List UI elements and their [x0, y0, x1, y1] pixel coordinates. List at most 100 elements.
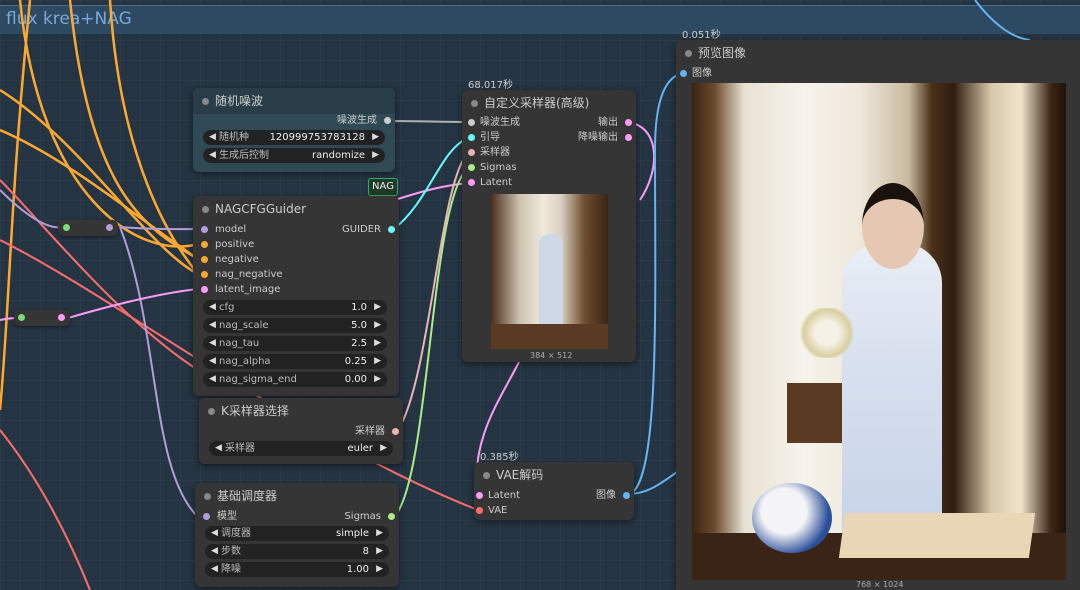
slot-dot[interactable] [468, 164, 475, 171]
node-title[interactable]: VAE解码 [474, 462, 634, 488]
node-nag-cfg-guider[interactable]: NAGCFGGuider model positive negative nag… [193, 196, 399, 396]
slot-dot[interactable] [468, 179, 475, 186]
input-positive[interactable]: positive [201, 238, 254, 252]
decrement-icon[interactable]: ◀ [209, 130, 216, 145]
cfg-widget[interactable]: ◀ cfg 1.0 ▶ [203, 300, 387, 315]
sampler-name-widget[interactable]: ◀ 采样器 euler ▶ [209, 441, 393, 456]
slot-dot[interactable] [476, 492, 483, 499]
input-nag-negative[interactable]: nag_negative [201, 268, 283, 282]
reroute-in-dot[interactable] [63, 224, 70, 231]
slot-dot[interactable] [201, 226, 208, 233]
slot-dot[interactable] [625, 134, 632, 141]
slot-dot[interactable] [623, 492, 630, 499]
seed-widget[interactable]: ◀ 随机种 120999753783128 ▶ [203, 130, 385, 145]
input-noise[interactable]: 噪波生成 [468, 116, 520, 130]
node-basic-scheduler[interactable]: 基础调度器 模型 Sigmas ◀ 调度器 simple ▶ ◀ 步数 8 ▶ … [195, 483, 399, 587]
increment-icon[interactable]: ▶ [376, 544, 383, 559]
increment-icon[interactable]: ▶ [372, 130, 379, 145]
control-after-generate-widget[interactable]: ◀ 生成后控制 randomize ▶ [203, 148, 385, 163]
reroute-latent[interactable] [14, 310, 70, 326]
increment-icon[interactable]: ▶ [374, 336, 381, 351]
slot-dot[interactable] [468, 149, 475, 156]
increment-icon[interactable]: ▶ [374, 300, 381, 315]
decrement-icon[interactable]: ◀ [215, 441, 222, 456]
nag-tau-widget[interactable]: ◀ nag_tau 2.5 ▶ [203, 336, 387, 351]
decrement-icon[interactable]: ◀ [209, 300, 216, 315]
steps-widget[interactable]: ◀ 步数 8 ▶ [205, 544, 389, 559]
reroute-out-dot[interactable] [58, 314, 65, 321]
slot-dot[interactable] [203, 513, 210, 520]
slot-dot[interactable] [625, 119, 632, 126]
input-latent[interactable]: Latent [476, 489, 520, 503]
reroute-out-dot[interactable] [106, 224, 113, 231]
increment-icon[interactable]: ▶ [374, 318, 381, 333]
decrement-icon[interactable]: ◀ [209, 148, 216, 163]
decrement-icon[interactable]: ◀ [209, 354, 216, 369]
input-vae[interactable]: VAE [476, 504, 507, 518]
nag-scale-widget[interactable]: ◀ nag_scale 5.0 ▶ [203, 318, 387, 333]
input-image[interactable]: 图像 [680, 67, 712, 81]
group-header[interactable]: flux krea+NAG [0, 5, 1080, 34]
input-model[interactable]: 模型 [203, 510, 237, 524]
increment-icon[interactable]: ▶ [376, 526, 383, 541]
slot-dot[interactable] [468, 134, 475, 141]
scheduler-widget[interactable]: ◀ 调度器 simple ▶ [205, 526, 389, 541]
input-negative[interactable]: negative [201, 253, 259, 267]
slot-dot[interactable] [201, 271, 208, 278]
input-sampler[interactable]: 采样器 [468, 146, 510, 160]
widget-label: 调度器 [221, 528, 251, 539]
node-preview-image[interactable]: 预览图像 图像 768 × 1024 [676, 40, 1080, 590]
increment-icon[interactable]: ▶ [372, 148, 379, 163]
node-title[interactable]: 随机噪波 [193, 88, 395, 114]
node-title[interactable]: 预览图像 [676, 40, 1080, 66]
decrement-icon[interactable]: ◀ [211, 562, 218, 577]
input-sigmas[interactable]: Sigmas [468, 161, 517, 175]
node-sampler-custom-advanced[interactable]: 自定义采样器(高级) 噪波生成 引导 采样器 Sigmas Latent 输出 … [462, 90, 636, 362]
node-title[interactable]: K采样器选择 [199, 398, 403, 424]
node-random-noise[interactable]: 随机噪波 噪波生成 ◀ 随机种 120999753783128 ▶ ◀ 生成后控… [193, 88, 395, 172]
output-output[interactable]: 输出 [598, 116, 632, 130]
output-denoised[interactable]: 降噪输出 [578, 131, 632, 145]
decrement-icon[interactable]: ◀ [209, 318, 216, 333]
denoise-widget[interactable]: ◀ 降噪 1.00 ▶ [205, 562, 389, 577]
noise-output-slot[interactable]: 噪波生成 [337, 114, 391, 128]
input-model[interactable]: model [201, 223, 246, 237]
slot-dot[interactable] [680, 70, 687, 77]
output-sampler[interactable]: 采样器 [355, 425, 399, 439]
output-sigmas[interactable]: Sigmas [344, 510, 395, 524]
nag-alpha-widget[interactable]: ◀ nag_alpha 0.25 ▶ [203, 354, 387, 369]
slot-dot[interactable] [384, 117, 391, 124]
slot-label: 图像 [596, 490, 616, 501]
nag-tag[interactable]: NAG [368, 178, 398, 196]
input-guider[interactable]: 引导 [468, 131, 500, 145]
slot-label: Sigmas [480, 162, 517, 173]
slot-dot[interactable] [392, 428, 399, 435]
increment-icon[interactable]: ▶ [376, 562, 383, 577]
node-title[interactable]: NAGCFGGuider [193, 196, 399, 222]
node-title[interactable]: 基础调度器 [195, 483, 399, 509]
output-guider[interactable]: GUIDER [342, 223, 395, 237]
reroute-model[interactable] [58, 220, 118, 236]
increment-icon[interactable]: ▶ [374, 372, 381, 387]
slot-dot[interactable] [388, 513, 395, 520]
nag-sigma-end-widget[interactable]: ◀ nag_sigma_end 0.00 ▶ [203, 372, 387, 387]
increment-icon[interactable]: ▶ [380, 441, 387, 456]
increment-icon[interactable]: ▶ [374, 354, 381, 369]
node-vae-decode[interactable]: VAE解码 Latent VAE 图像 [474, 462, 634, 520]
decrement-icon[interactable]: ◀ [209, 336, 216, 351]
input-latent[interactable]: Latent [468, 176, 512, 190]
node-ksampler-select[interactable]: K采样器选择 采样器 ◀ 采样器 euler ▶ [199, 398, 403, 464]
slot-dot[interactable] [201, 286, 208, 293]
output-image[interactable]: 图像 [596, 489, 630, 503]
slot-dot[interactable] [388, 226, 395, 233]
input-latent-image[interactable]: latent_image [201, 283, 280, 297]
slot-dot[interactable] [476, 507, 483, 514]
reroute-in-dot[interactable] [18, 314, 25, 321]
decrement-icon[interactable]: ◀ [211, 526, 218, 541]
decrement-icon[interactable]: ◀ [211, 544, 218, 559]
node-title[interactable]: 自定义采样器(高级) [462, 90, 636, 116]
decrement-icon[interactable]: ◀ [209, 372, 216, 387]
slot-dot[interactable] [468, 119, 475, 126]
slot-dot[interactable] [201, 256, 208, 263]
slot-dot[interactable] [201, 241, 208, 248]
